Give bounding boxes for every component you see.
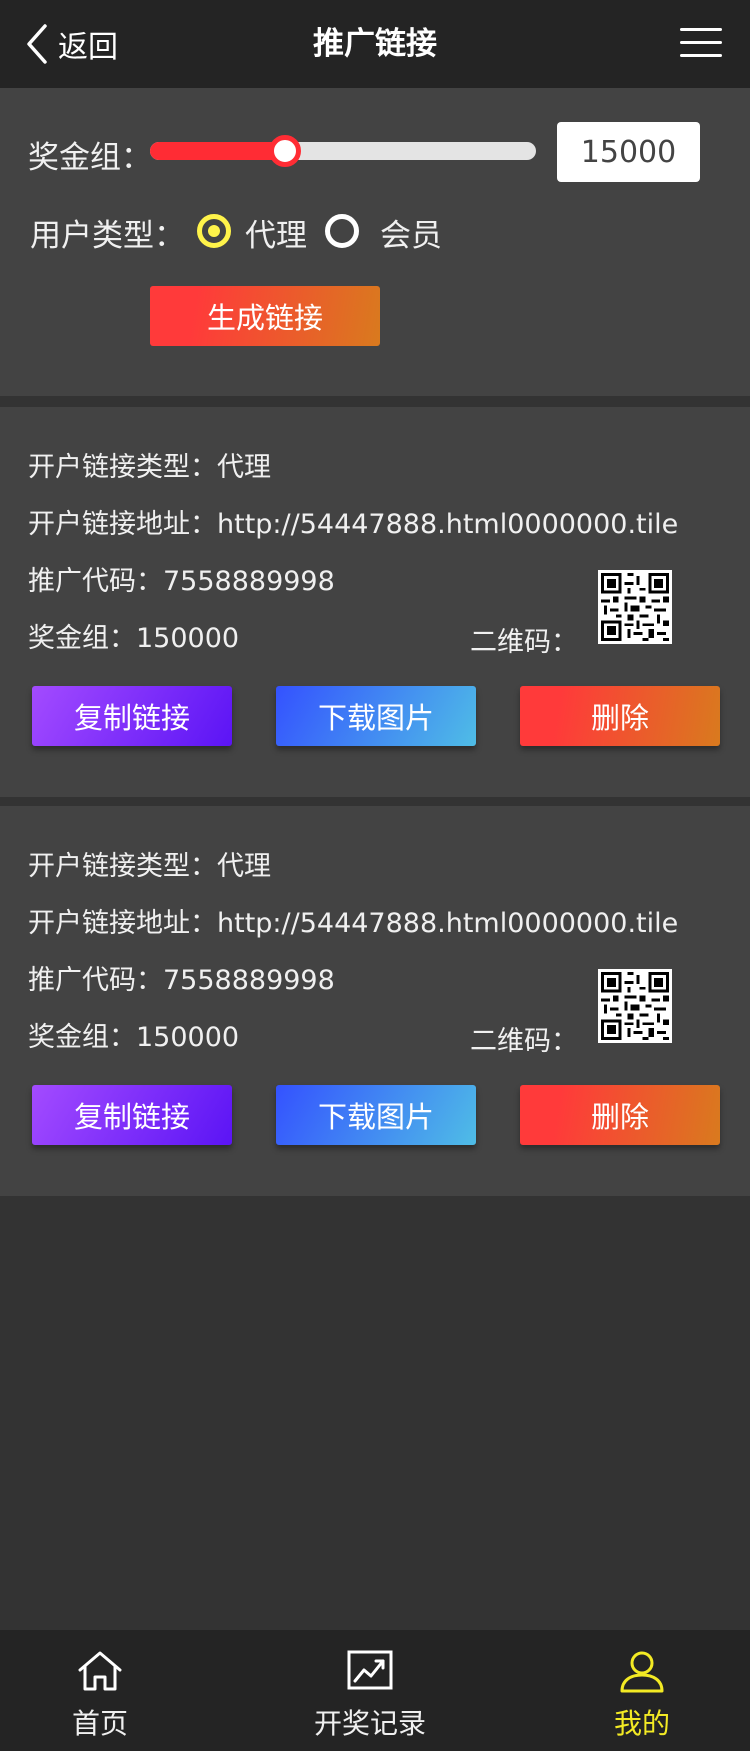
delete-button[interactable]: 删除	[520, 686, 720, 746]
tab-mine[interactable]: 我的	[582, 1630, 702, 1751]
qr-label: 二维码：	[470, 1026, 578, 1057]
slider-thumb[interactable]	[269, 135, 301, 167]
radio-agent-label[interactable]: 代理	[245, 210, 307, 255]
chevron-left-icon	[27, 24, 47, 64]
tab-draw-history-label: 开奖记录	[313, 1707, 426, 1740]
bonus-group-slider[interactable]	[150, 135, 536, 167]
bonus-group: 奖金组：150000	[28, 623, 240, 654]
slider-fill	[150, 142, 285, 160]
qr-code-icon[interactable]	[598, 969, 672, 1043]
delete-button[interactable]: 删除	[520, 1085, 720, 1145]
link-type: 开户链接类型：代理	[28, 452, 271, 483]
promo-code: 推广代码：7558889998	[28, 566, 335, 597]
download-image-button[interactable]: 下载图片	[276, 1085, 476, 1145]
link-generator-form: 奖金组： 15000 用户类型： 代理 会员 生成链接	[0, 88, 750, 396]
link-url: 开户链接地址：http://54447888.html0000000.tile	[28, 509, 679, 540]
link-card: 开户链接类型：代理 开户链接地址：http://54447888.html000…	[0, 806, 750, 1196]
user-icon	[620, 1651, 664, 1693]
menu-icon[interactable]	[680, 28, 722, 60]
user-type-label: 用户类型：	[30, 218, 185, 254]
generate-link-button[interactable]: 生成链接	[150, 286, 380, 346]
link-type: 开户链接类型：代理	[28, 851, 271, 882]
back-label: 返回	[58, 30, 118, 65]
qr-code-icon[interactable]	[598, 570, 672, 644]
bonus-group-label: 奖金组：	[28, 140, 152, 176]
bonus-group-input[interactable]: 15000	[557, 122, 700, 182]
radio-member[interactable]	[325, 214, 359, 248]
tab-home-label: 首页	[71, 1707, 128, 1740]
link-card: 开户链接类型：代理 开户链接地址：http://54447888.html000…	[0, 407, 750, 797]
promo-code: 推广代码：7558889998	[28, 965, 335, 996]
qr-label: 二维码：	[470, 627, 578, 658]
back-button[interactable]: 返回	[26, 22, 118, 66]
tab-home[interactable]: 首页	[40, 1630, 160, 1751]
copy-link-button[interactable]: 复制链接	[32, 1085, 232, 1145]
tab-mine-label: 我的	[613, 1707, 670, 1740]
top-nav-bar: 返回 推广链接	[0, 0, 750, 88]
download-image-button[interactable]: 下载图片	[276, 686, 476, 746]
link-url: 开户链接地址：http://54447888.html0000000.tile	[28, 908, 679, 939]
bottom-tab-bar: 首页 开奖记录 我的	[0, 1630, 750, 1751]
radio-agent[interactable]	[197, 214, 231, 248]
chart-icon	[347, 1650, 393, 1690]
home-icon	[78, 1651, 122, 1691]
radio-member-label[interactable]: 会员	[380, 210, 442, 255]
copy-link-button[interactable]: 复制链接	[32, 686, 232, 746]
tab-draw-history[interactable]: 开奖记录	[300, 1630, 440, 1751]
bonus-group: 奖金组：150000	[28, 1022, 240, 1053]
